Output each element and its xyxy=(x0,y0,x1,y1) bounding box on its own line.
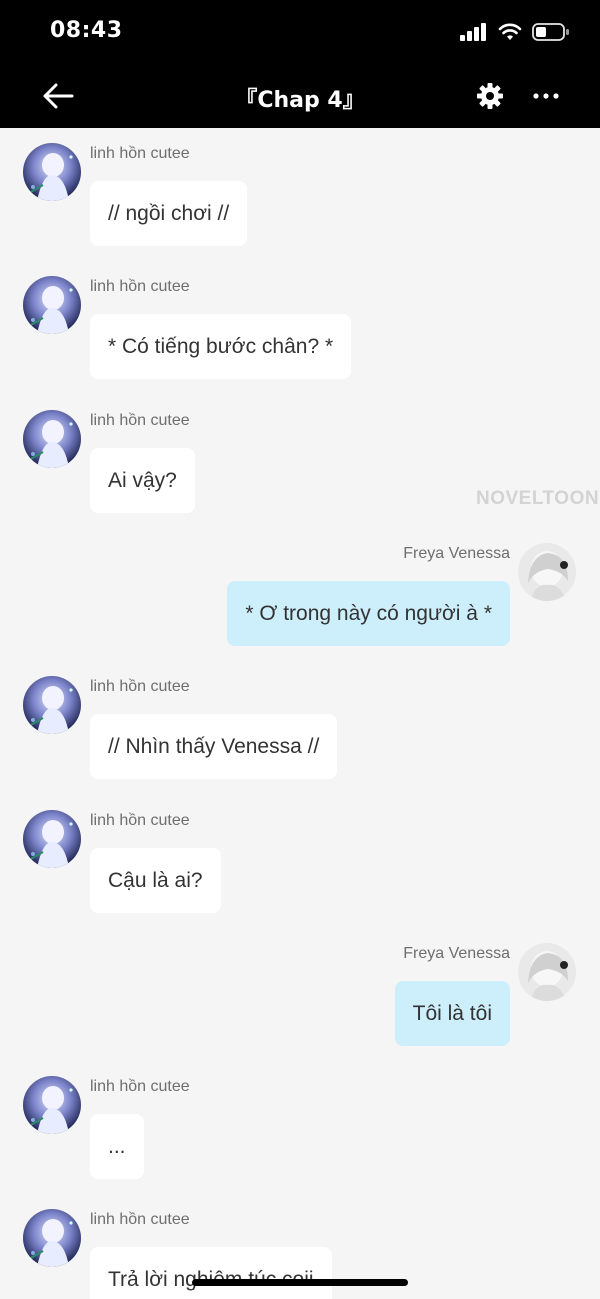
page-title: 『Chap 4』 xyxy=(235,88,365,113)
message-row: linh hồn cutee // ngồi chơi // xyxy=(0,133,600,253)
message-row: Freya Venessa Tôi là tôi xyxy=(0,933,600,1053)
avatar[interactable] xyxy=(518,943,576,1001)
avatar[interactable] xyxy=(23,1076,81,1134)
message-bubble[interactable]: // ngồi chơi // xyxy=(90,181,248,246)
message-bubble[interactable]: Cậu là ai? xyxy=(90,848,221,913)
message-bubble[interactable]: * Có tiếng bước chân? * xyxy=(90,314,352,379)
avatar[interactable] xyxy=(23,1209,81,1267)
status-bar: 08:43 xyxy=(0,0,600,64)
status-icons xyxy=(460,20,570,44)
gear-icon[interactable] xyxy=(474,80,506,112)
message-bubble[interactable]: * Ơ trong này có người à * xyxy=(227,581,510,646)
message-row: Freya Venessa * Ơ trong này có người à * xyxy=(0,533,600,653)
avatar[interactable] xyxy=(23,143,81,201)
wifi-icon xyxy=(498,23,522,40)
message-bubble[interactable]: // Nhìn thấy Venessa // xyxy=(90,714,338,779)
sender-name: Freya Venessa xyxy=(403,545,510,562)
home-indicator[interactable] xyxy=(192,1279,408,1286)
avatar[interactable] xyxy=(23,276,81,334)
message-row: linh hồn cutee... xyxy=(0,1066,600,1186)
nav-bar: 『Chap 4』 xyxy=(0,64,600,128)
sender-name: linh hồn cutee xyxy=(90,412,190,429)
sender-name: linh hồn cutee xyxy=(90,678,190,695)
sender-name: linh hồn cutee xyxy=(90,1078,190,1095)
avatar[interactable] xyxy=(23,410,81,468)
battery-icon xyxy=(532,23,569,41)
avatar[interactable] xyxy=(518,543,576,601)
more-horizontal-icon[interactable] xyxy=(530,80,562,112)
sender-name: linh hồn cutee xyxy=(90,1211,190,1228)
message-bubble[interactable]: Tôi là tôi xyxy=(394,981,510,1046)
avatar[interactable] xyxy=(23,810,81,868)
avatar[interactable] xyxy=(23,676,81,734)
sender-name: linh hồn cutee xyxy=(90,812,190,829)
sender-name: Freya Venessa xyxy=(403,945,510,962)
sender-name: linh hồn cutee xyxy=(90,278,190,295)
message-bubble[interactable]: ... xyxy=(90,1114,144,1179)
message-row: linh hồn cutee // Nhìn thấy Venessa // xyxy=(0,666,600,786)
sender-name: linh hồn cutee xyxy=(90,145,190,162)
message-bubble[interactable]: Trả lời nghiêm túc coii xyxy=(90,1247,332,1299)
status-time: 08:43 xyxy=(50,18,123,43)
message-row: linh hồn cutee * Có tiếng bước chân? * xyxy=(0,266,600,386)
chat-area[interactable]: linh hồn cutee // ngồi chơi // linh hồn c… xyxy=(0,128,600,1299)
message-bubble[interactable]: Ai vậy? xyxy=(90,448,195,513)
message-row: linh hồn cutee Cậu là ai? xyxy=(0,800,600,920)
signal-icon xyxy=(460,23,486,41)
watermark: NOVELTOON xyxy=(476,488,600,509)
